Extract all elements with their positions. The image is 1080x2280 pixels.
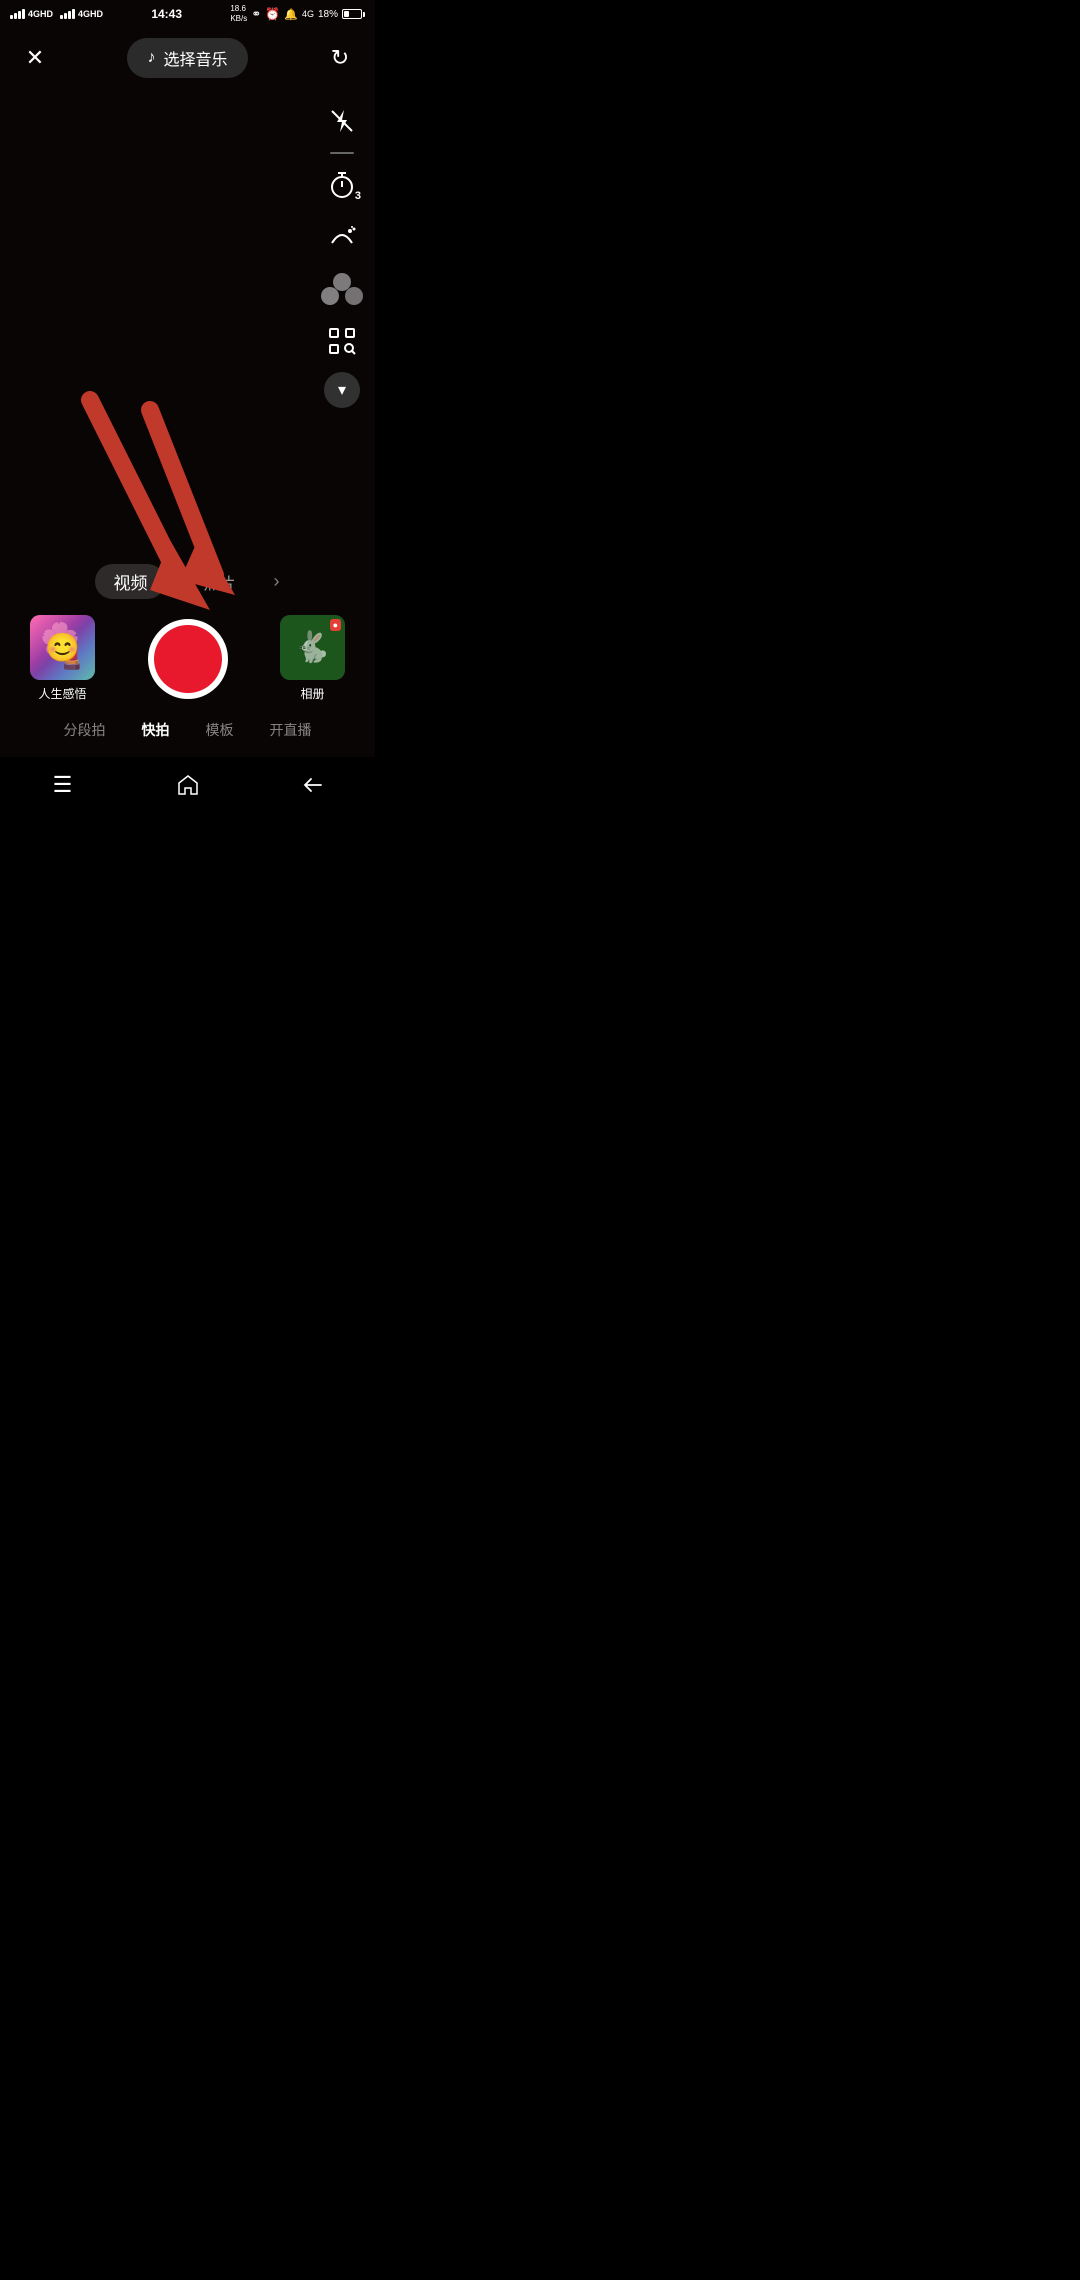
- status-left: 4GHD 4GHD: [10, 9, 103, 19]
- camera-flip-button[interactable]: ↻: [320, 38, 360, 78]
- bell-icon: 🔔: [284, 8, 298, 21]
- timer-icon: 3: [323, 166, 361, 204]
- status-right: 18.6KB/s ⚭ ⏰ 🔔 4G 18%: [230, 4, 365, 23]
- music-label: 选择音乐: [163, 46, 227, 70]
- close-button[interactable]: ✕: [15, 38, 55, 78]
- top-bar: ✕ ♪ 选择音乐 ↻: [0, 28, 375, 88]
- album-button[interactable]: 🐇 ●: [280, 615, 345, 680]
- signal-1: [10, 9, 25, 19]
- separator: [330, 152, 354, 154]
- scan-button[interactable]: [321, 320, 363, 362]
- record-button-inner: [154, 625, 222, 693]
- camera-controls-row: 🌸 💄 😊 人生感悟 🐇 ● 相册: [0, 615, 375, 702]
- down-arrow-icon: ▾: [338, 380, 346, 400]
- flash-button[interactable]: [321, 100, 363, 142]
- bottom-section: 视频 照片 › 🌸 💄 😊 人生感悟: [0, 564, 375, 752]
- signal-label-1: 4GHD: [28, 9, 53, 19]
- network-type: 4G: [302, 9, 314, 19]
- home-icon: [176, 773, 200, 797]
- battery-percent: 18%: [318, 9, 338, 20]
- signal-label-2: 4GHD: [78, 9, 103, 19]
- signal-2: [60, 9, 75, 19]
- network-speed: 18.6KB/s: [230, 4, 247, 23]
- music-select-button[interactable]: ♪ 选择音乐: [127, 38, 247, 78]
- recent-video-thumbnail[interactable]: 🌸 💄 😊: [30, 615, 95, 680]
- album-wrapper: 🐇 ● 相册: [280, 615, 345, 702]
- nav-home-button[interactable]: [125, 757, 250, 812]
- beauty-button[interactable]: [321, 216, 363, 258]
- navigation-bar: ☰: [0, 757, 375, 812]
- mode-tab-photo[interactable]: 照片: [195, 566, 243, 598]
- color-filter-button[interactable]: [321, 268, 363, 310]
- menu-icon: ☰: [53, 772, 73, 798]
- music-note-icon: ♪: [147, 49, 155, 67]
- expand-tools-button[interactable]: ▾: [324, 372, 360, 408]
- recent-video-label: 人生感悟: [38, 685, 86, 702]
- record-button-wrapper: [148, 619, 228, 699]
- timer-badge: 3: [355, 190, 361, 202]
- bluetooth-icon: ⚭: [251, 7, 261, 21]
- album-label: 相册: [300, 685, 324, 702]
- status-bar: 4GHD 4GHD 14:43 18.6KB/s ⚭ ⏰ 🔔 4G 18%: [0, 0, 375, 28]
- alarm-icon: ⏰: [265, 7, 280, 21]
- mode-tab-template[interactable]: 模板: [202, 716, 238, 744]
- back-icon: [301, 773, 325, 797]
- right-tools-panel: 3 ▾: [321, 100, 363, 408]
- mode-tab-video[interactable]: 视频: [95, 564, 165, 599]
- mode-tabs: 视频 照片 ›: [0, 564, 375, 599]
- recent-video-wrapper: 🌸 💄 😊 人生感悟: [30, 615, 95, 702]
- battery-indicator: [342, 9, 365, 19]
- mode-tab-live[interactable]: 开直播: [266, 716, 316, 744]
- shooting-mode-tabs: 分段拍 快拍 模板 开直播: [0, 716, 375, 744]
- flash-icon: [329, 108, 355, 134]
- mode-more-arrow[interactable]: ›: [274, 571, 280, 592]
- record-button[interactable]: [148, 619, 228, 699]
- scan-icon: [328, 327, 356, 355]
- nav-back-button[interactable]: [250, 757, 375, 812]
- nav-menu-button[interactable]: ☰: [0, 757, 125, 812]
- timer-button[interactable]: 3: [321, 164, 363, 206]
- refresh-icon: ↻: [331, 45, 349, 71]
- time-display: 14:43: [151, 7, 182, 21]
- color-filter-icon: [321, 273, 363, 305]
- beauty-icon: [328, 223, 356, 251]
- close-icon: ✕: [26, 45, 44, 71]
- mode-tab-quick[interactable]: 快拍: [138, 716, 174, 744]
- mode-tab-segmented[interactable]: 分段拍: [60, 716, 110, 744]
